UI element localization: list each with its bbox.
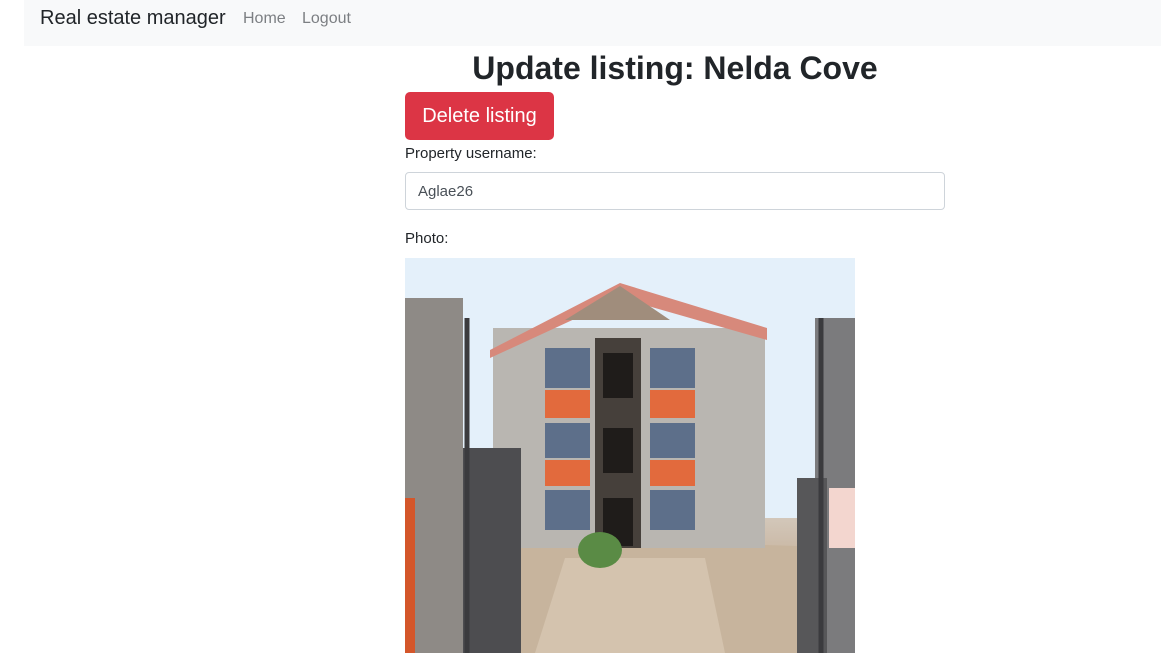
property-username-label: Property username: bbox=[405, 145, 537, 162]
property-username-input[interactable] bbox=[405, 172, 945, 210]
nav-link-logout[interactable]: Logout bbox=[302, 10, 351, 28]
photo-label: Photo: bbox=[405, 230, 449, 247]
nav-link-home[interactable]: Home bbox=[243, 10, 286, 28]
delete-listing-button[interactable]: Delete listing bbox=[405, 92, 554, 140]
property-photo bbox=[405, 258, 855, 653]
navbar-brand[interactable]: Real estate manager bbox=[40, 7, 226, 30]
page-title: Update listing: Nelda Cove bbox=[472, 50, 878, 86]
navbar: Real estate manager Home Logout bbox=[24, 0, 1161, 46]
